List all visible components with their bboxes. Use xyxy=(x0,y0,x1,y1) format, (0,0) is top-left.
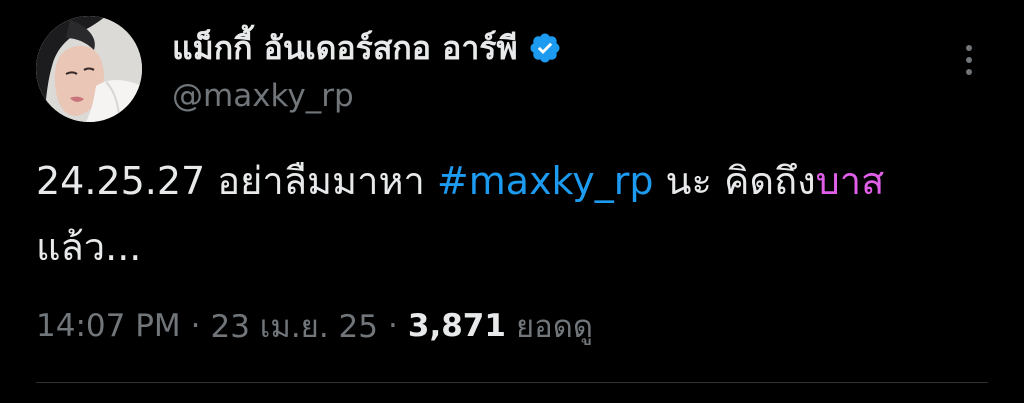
tweet-card[interactable]: แม็กกี้ อันเดอร์สกอ อาร์พี @maxky_rp 24.… xyxy=(0,0,1024,403)
meta-separator: · xyxy=(190,308,201,344)
author-name-row[interactable]: แม็กกี้ อันเดอร์สกอ อาร์พี xyxy=(172,24,562,72)
avatar-image xyxy=(36,16,142,122)
more-dot xyxy=(966,57,972,63)
views-count: 3,871 xyxy=(407,308,506,344)
tweet-text: 24.25.27 อย่าลืมมาหา #maxky_rp นะ คิดถึง… xyxy=(36,148,996,280)
divider xyxy=(36,382,988,383)
tweet-text-line-2: แล้ว... xyxy=(36,225,142,269)
highlighted-word: บาส xyxy=(815,159,885,203)
display-name[interactable]: แม็กกี้ อันเดอร์สกอ อาร์พี xyxy=(172,23,518,74)
meta-separator: · xyxy=(388,308,398,344)
more-dot xyxy=(966,45,972,51)
tweet-text-middle: นะ คิดถึง xyxy=(653,159,816,203)
tweet-date[interactable]: 23 เม.ย. 25 xyxy=(211,301,379,351)
more-options-icon[interactable] xyxy=(954,40,984,80)
avatar[interactable] xyxy=(36,16,142,122)
tweet-text-line-1: 24.25.27 อย่าลืมมาหา #maxky_rp นะ คิดถึง… xyxy=(36,148,996,214)
tweet-text-prefix: 24.25.27 อย่าลืมมาหา xyxy=(36,159,437,203)
views-label: ยอดดู xyxy=(515,309,593,345)
tweet-time[interactable]: 14:07 PM xyxy=(36,308,181,344)
hashtag-link[interactable]: #maxky_rp xyxy=(437,159,654,203)
author-handle[interactable]: @maxky_rp xyxy=(172,78,354,114)
verified-badge-icon xyxy=(528,31,562,65)
more-dot xyxy=(966,69,972,75)
tweet-meta: 14:07 PM · 23 เม.ย. 25 · 3,871 ยอดดู xyxy=(36,304,593,348)
